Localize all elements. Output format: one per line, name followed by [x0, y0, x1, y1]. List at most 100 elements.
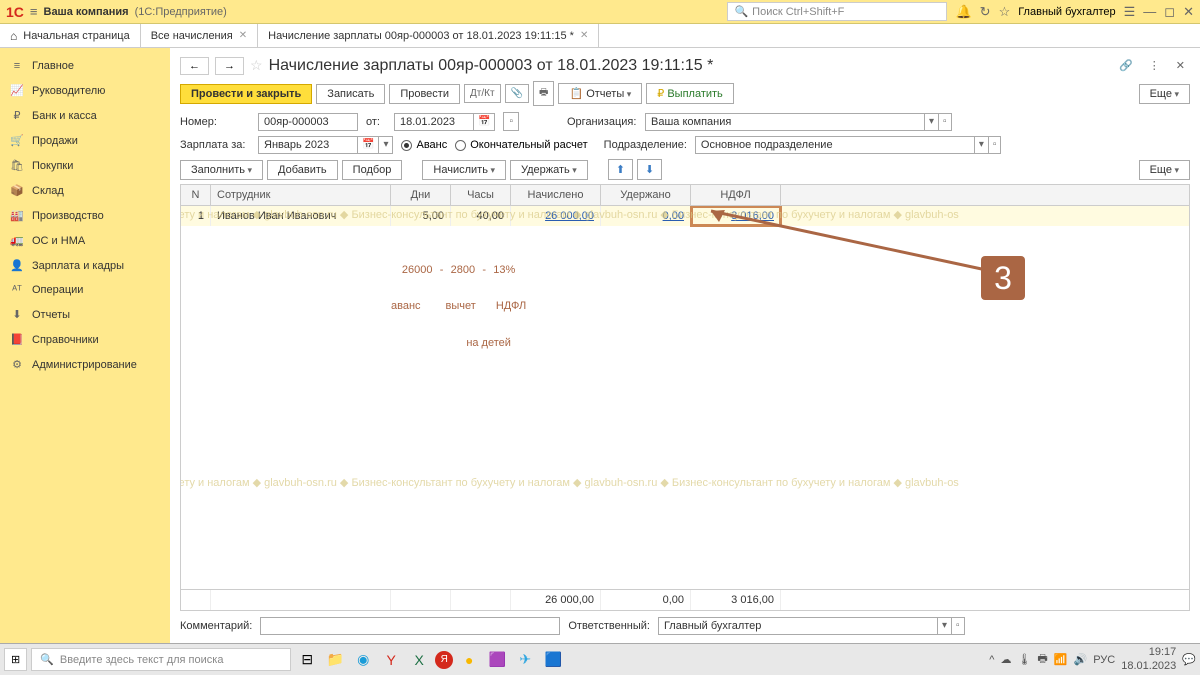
win-search[interactable]: 🔍Введите здесь текст для поиска	[31, 648, 291, 671]
maximize-icon[interactable]: ◻	[1164, 4, 1175, 20]
date-field[interactable]	[394, 113, 474, 131]
cell-deducted[interactable]: 0,00	[601, 206, 691, 226]
pick-button[interactable]: Подбор	[342, 160, 403, 180]
select-icon[interactable]: ▾	[975, 136, 989, 154]
attach-icon[interactable]: 📎	[505, 84, 529, 103]
close-icon[interactable]: ✕	[1183, 4, 1194, 20]
dept-field[interactable]	[695, 136, 975, 154]
reports-button[interactable]: 📋 Отчеты	[558, 83, 642, 104]
table-row[interactable]: 1 Иванов Иван Иванович 5,00 40,00 26 000…	[181, 206, 1189, 226]
sidebar-item[interactable]: 📦Склад	[0, 178, 170, 203]
advance-radio[interactable]: Аванс	[401, 139, 447, 151]
col-employee[interactable]: Сотрудник	[211, 185, 391, 205]
favorite-icon[interactable]: ☆	[250, 57, 263, 74]
org-field[interactable]	[645, 113, 925, 131]
sidebar-item[interactable]: 🛍Покупки	[0, 153, 170, 178]
sidebar-item[interactable]: 📕Справочники	[0, 327, 170, 352]
history-icon[interactable]: ↻	[980, 4, 991, 20]
sound-icon[interactable]: 🔊	[1074, 653, 1088, 666]
add-button[interactable]: Добавить	[267, 160, 338, 180]
open-icon[interactable]: ▫	[952, 617, 965, 635]
fill-button[interactable]: Заполнить	[180, 160, 263, 180]
ya-icon[interactable]: Я	[435, 651, 453, 669]
app-icon[interactable]: 🟪	[485, 648, 509, 672]
accrue-button[interactable]: Начислить	[422, 160, 506, 180]
open-icon[interactable]: ▫	[939, 113, 952, 131]
dtkt-icon[interactable]: Дт/Кт	[464, 84, 501, 103]
pay-button[interactable]: Выплатить	[646, 83, 734, 104]
close-icon[interactable]: ✕	[239, 30, 247, 41]
post-button[interactable]: Провести	[389, 84, 460, 104]
excel-icon[interactable]: X	[407, 648, 431, 672]
sidebar-item[interactable]: ᴬᵀОперации	[0, 278, 170, 302]
sidebar-item[interactable]: 🚛ОС и НМА	[0, 228, 170, 253]
1c-icon[interactable]: ●	[457, 648, 481, 672]
select-icon[interactable]: ▾	[925, 113, 939, 131]
calendar-icon[interactable]: 📅	[358, 136, 379, 154]
wifi-icon[interactable]: 📶	[1054, 653, 1068, 666]
bell-icon[interactable]: 🔔	[955, 4, 971, 20]
sidebar-item[interactable]: 👤Зарплата и кадры	[0, 253, 170, 278]
back-button[interactable]: ←	[180, 57, 209, 75]
calendar-icon[interactable]: 📅	[474, 113, 495, 131]
deduct-button[interactable]: Удержать	[510, 160, 588, 180]
sidebar-item[interactable]: ⬇Отчеты	[0, 302, 170, 327]
col-accrued[interactable]: Начислено	[511, 185, 601, 205]
table-more-button[interactable]: Еще	[1139, 160, 1190, 180]
period-field[interactable]	[258, 136, 358, 154]
resp-field[interactable]	[658, 617, 938, 635]
print-icon[interactable]: 🖶	[533, 81, 554, 106]
printer-icon[interactable]: 🖶	[1037, 650, 1047, 669]
sidebar-item[interactable]: 🛒Продажи	[0, 128, 170, 153]
col-days[interactable]: Дни	[391, 185, 451, 205]
sidebar-item[interactable]: ≡Главное	[0, 54, 170, 78]
col-deducted[interactable]: Удержано	[601, 185, 691, 205]
col-n[interactable]: N	[181, 185, 211, 205]
final-radio[interactable]: Окончательный расчет	[455, 139, 587, 151]
start-button[interactable]: ⊞	[4, 648, 27, 671]
save-button[interactable]: Записать	[316, 84, 385, 104]
open-link-icon[interactable]: 🔗	[1114, 56, 1138, 75]
move-down-button[interactable]: ⬇	[637, 159, 662, 180]
menu-icon[interactable]: ≡	[30, 4, 38, 19]
edge-icon[interactable]: ◉	[351, 648, 375, 672]
chevron-up-icon[interactable]: ^	[989, 654, 994, 666]
telegram-icon[interactable]: ✈	[513, 648, 537, 672]
tab-all-accruals[interactable]: Все начисления✕	[141, 24, 258, 47]
close-icon[interactable]: ✕	[580, 30, 588, 41]
select-icon[interactable]: ▾	[938, 617, 952, 635]
taskview-icon[interactable]: ⊟	[295, 648, 319, 672]
lang-indicator[interactable]: РУС	[1093, 654, 1115, 666]
sidebar-item[interactable]: 📈Руководителю	[0, 78, 170, 103]
clock[interactable]: 19:1718.01.2023	[1121, 646, 1176, 672]
explorer-icon[interactable]: 📁	[323, 648, 347, 672]
cloud-icon[interactable]: ☁	[1000, 653, 1011, 666]
open-icon[interactable]: ▫	[989, 136, 1002, 154]
global-search[interactable]: 🔍Поиск Ctrl+Shift+F	[727, 2, 947, 21]
yandex-icon[interactable]: Y	[379, 648, 403, 672]
form-icon[interactable]: ▫	[503, 112, 519, 131]
app2-icon[interactable]: 🟦	[541, 648, 565, 672]
cell-accrued[interactable]: 26 000,00	[511, 206, 601, 226]
minimize-icon[interactable]: —	[1143, 4, 1156, 19]
col-hours[interactable]: Часы	[451, 185, 511, 205]
star-icon[interactable]: ☆	[999, 4, 1011, 20]
tab-active-doc[interactable]: Начисление зарплаты 00яр-000003 от 18.01…	[258, 24, 599, 47]
number-field[interactable]	[258, 113, 358, 131]
forward-button[interactable]: →	[215, 57, 244, 75]
more-button[interactable]: Еще	[1139, 84, 1190, 104]
temp-icon[interactable]: 🌡	[1017, 653, 1031, 666]
sidebar-item[interactable]: ⚙Администрирование	[0, 352, 170, 377]
more-icon[interactable]: ⋮	[1144, 56, 1165, 75]
col-tax[interactable]: НДФЛ	[691, 185, 781, 205]
sidebar-item[interactable]: 🏭Производство	[0, 203, 170, 228]
settings-icon[interactable]: ☰	[1124, 4, 1136, 20]
post-close-button[interactable]: Провести и закрыть	[180, 84, 312, 104]
tab-home[interactable]: Начальная страница	[0, 24, 141, 47]
notifications-icon[interactable]: 💬	[1182, 653, 1196, 666]
dropdown-icon[interactable]: ▾	[379, 136, 393, 154]
move-up-button[interactable]: ⬆	[608, 159, 633, 180]
user-name[interactable]: Главный бухгалтер	[1018, 6, 1115, 18]
close-doc-icon[interactable]: ✕	[1171, 56, 1190, 75]
cell-tax[interactable]: 3 016,00	[691, 206, 781, 226]
